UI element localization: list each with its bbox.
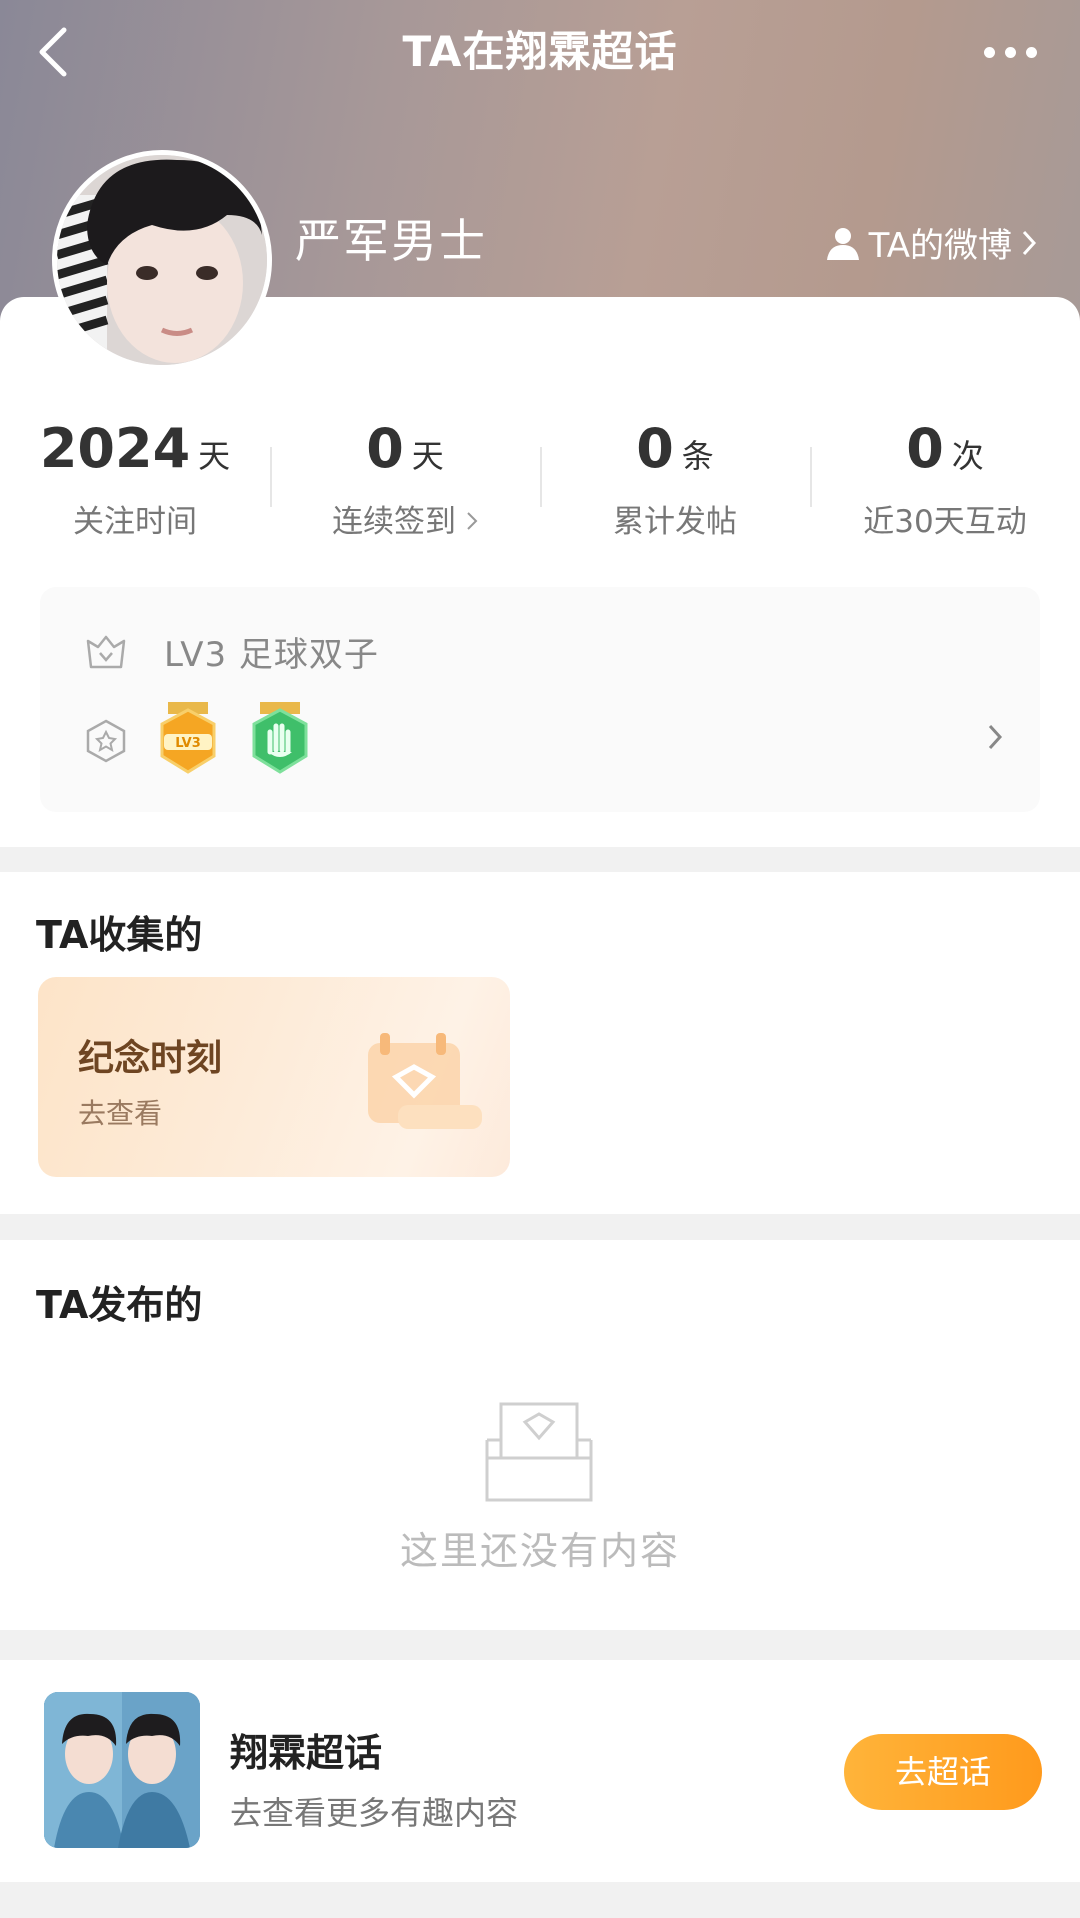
avatar-photo: [57, 155, 267, 365]
stat-label: 关注时间: [73, 504, 197, 540]
level-text: LV3 足球双子: [164, 635, 379, 675]
collected-title: TA收集的: [36, 913, 203, 957]
badges-row[interactable]: LV3: [84, 702, 1004, 780]
collected-section: TA收集的 纪念时刻 去查看: [0, 872, 1080, 1214]
weibo-link-label: TA的微博: [868, 226, 1012, 266]
stat-unit: 天: [411, 437, 444, 475]
posted-title: TA发布的: [36, 1283, 203, 1327]
supertopic-subtitle: 去查看更多有趣内容: [230, 1794, 519, 1832]
level-panel: LV3 足球双子 LV3: [40, 587, 1040, 812]
lv3-badge-label: LV3: [175, 736, 201, 751]
profile-card: 2024 天 关注时间 0天 连续签到 0条 累计发帖 0次 近30天互动 LV3…: [0, 297, 1080, 847]
stat-follow-time: 2024 天 关注时间: [0, 417, 270, 547]
memorial-card-title: 纪念时刻: [78, 1038, 223, 1079]
stat-label: 近30天互动: [863, 504, 1027, 540]
user-icon: [826, 227, 859, 260]
page-title: TA在翔霖超话: [402, 27, 678, 76]
more-dot: [1025, 46, 1037, 58]
chevron-right-icon: [467, 512, 478, 530]
chevron-right-icon: [988, 724, 1003, 750]
empty-box-icon: [485, 1402, 593, 1502]
medal-icon: [86, 719, 126, 763]
stat-checkin-streak[interactable]: 0天 连续签到: [270, 417, 540, 547]
stat-value: 0: [636, 417, 674, 480]
stat-label: 连续签到: [332, 504, 457, 540]
supertopic-photo: [44, 1692, 200, 1848]
supertopic-thumbnail: [44, 1692, 200, 1848]
stat-interactions-30d: 0次 近30天互动: [810, 417, 1080, 547]
more-dot: [1004, 46, 1016, 58]
stat-total-posts: 0条 累计发帖: [540, 417, 810, 547]
stat-unit: 天: [198, 437, 231, 475]
go-supertopic-button[interactable]: 去超话: [844, 1734, 1042, 1810]
crown-level-icon: [86, 635, 126, 668]
supertopic-banner[interactable]: 翔霖超话 去查看更多有趣内容 去超话: [0, 1660, 1080, 1882]
stat-value: 0: [906, 417, 944, 480]
stat-value: 0: [366, 417, 404, 480]
stat-label: 累计发帖: [613, 504, 737, 540]
lv3-badge-icon: LV3: [160, 702, 216, 774]
posted-section: TA发布的 这里还没有内容: [0, 1240, 1080, 1630]
badges-more[interactable]: [986, 722, 1004, 756]
stat-label-with-chevron: 连续签到: [270, 496, 540, 541]
username: 严军男士: [295, 214, 487, 268]
chevron-right-icon: [1022, 230, 1037, 255]
level-row: LV3 足球双子: [84, 627, 379, 676]
more-dots-icon: [983, 46, 995, 58]
memorial-moments-card[interactable]: 纪念时刻 去查看: [38, 977, 510, 1177]
supertopic-name: 翔霖超话: [230, 1731, 383, 1775]
avatar[interactable]: [52, 150, 272, 370]
more-button[interactable]: [970, 28, 1050, 76]
calendar-icon: [368, 1033, 482, 1129]
weibo-profile-link[interactable]: TA的微博: [825, 218, 1038, 267]
empty-state-text: 这里还没有内容: [399, 1529, 680, 1573]
memorial-card-subtitle: 去查看: [78, 1097, 163, 1130]
stat-unit: 条: [681, 437, 714, 475]
stat-unit: 次: [951, 437, 984, 475]
stat-value: 2024: [39, 417, 191, 480]
stats-row: 2024 天 关注时间 0天 连续签到 0条 累计发帖 0次 近30天互动: [0, 417, 1080, 547]
hand-badge-icon: [252, 702, 308, 774]
